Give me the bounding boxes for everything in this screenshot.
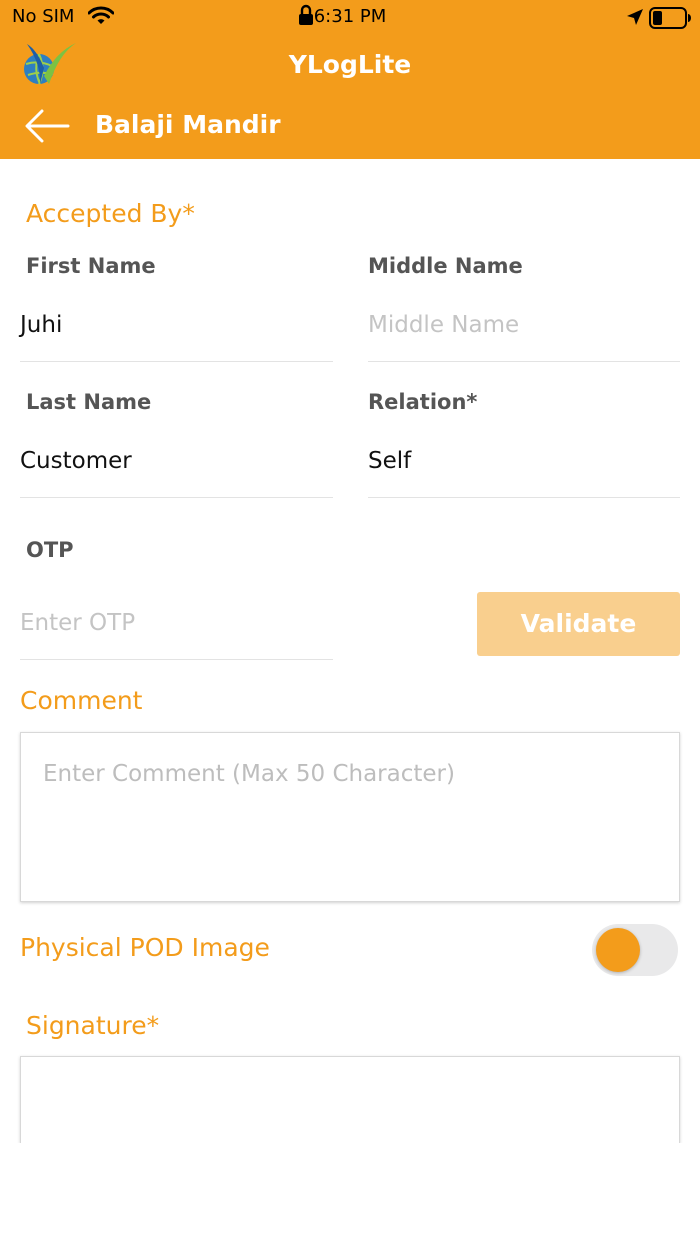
comment-placeholder: Enter Comment (Max 50 Character): [43, 761, 455, 787]
accepted-by-heading: Accepted By*: [26, 199, 195, 228]
middle-name-input[interactable]: Middle Name: [368, 312, 519, 338]
app-title: YLogLite: [288, 50, 412, 79]
comment-textarea[interactable]: Enter Comment (Max 50 Character): [20, 732, 680, 902]
app-header: No SIM 6:31 PM YLogLite Balaji Mandir: [0, 0, 700, 159]
location-arrow-icon: [626, 8, 644, 31]
first-name-underline: [20, 361, 333, 362]
back-arrow-icon[interactable]: [24, 108, 70, 148]
last-name-underline: [20, 497, 333, 498]
clock-text: 6:31 PM: [313, 6, 387, 27]
otp-input[interactable]: Enter OTP: [20, 610, 135, 636]
last-name-label: Last Name: [26, 390, 152, 414]
lock-icon: [298, 4, 314, 31]
relation-label: Relation*: [368, 390, 478, 414]
middle-name-label: Middle Name: [368, 254, 523, 278]
otp-underline: [20, 659, 333, 660]
validate-button[interactable]: Validate: [477, 592, 680, 656]
relation-underline: [368, 497, 680, 498]
otp-label: OTP: [26, 538, 74, 562]
last-name-input[interactable]: Customer: [20, 448, 132, 474]
status-bar: No SIM 6:31 PM: [0, 0, 700, 36]
physical-pod-toggle[interactable]: [592, 924, 678, 976]
toggle-knob: [596, 928, 640, 972]
relation-select[interactable]: Self: [368, 448, 411, 474]
first-name-input[interactable]: Juhi: [20, 312, 62, 338]
physical-pod-label: Physical POD Image: [20, 933, 270, 962]
signature-heading: Signature*: [26, 1011, 160, 1040]
first-name-label: First Name: [26, 254, 156, 278]
screen-title: Balaji Mandir: [95, 110, 281, 139]
signature-pad[interactable]: [20, 1056, 680, 1143]
comment-heading: Comment: [20, 686, 143, 715]
battery-icon: [649, 7, 691, 34]
bottom-blank-area: [0, 1143, 700, 1244]
middle-name-underline: [368, 361, 680, 362]
